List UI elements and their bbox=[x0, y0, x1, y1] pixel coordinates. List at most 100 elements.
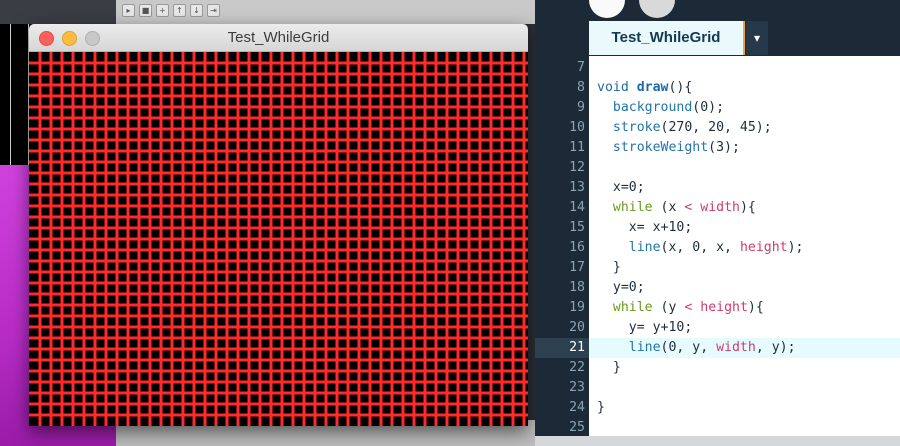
code-text: x=0; bbox=[597, 178, 645, 198]
code-line[interactable]: 23 bbox=[535, 378, 900, 398]
code-line[interactable]: 10 stroke(270, 20, 45); bbox=[535, 118, 900, 138]
save-icon: ↓ bbox=[190, 4, 203, 17]
new-icon: + bbox=[156, 4, 169, 17]
line-number: 15 bbox=[569, 220, 585, 235]
line-number: 19 bbox=[569, 300, 585, 315]
open-icon: ↑ bbox=[173, 4, 186, 17]
code-line[interactable]: 14 while (x < width){ bbox=[535, 198, 900, 218]
code-line[interactable]: 17 } bbox=[535, 258, 900, 278]
grid-drawing bbox=[29, 52, 528, 426]
line-number: 21 bbox=[569, 340, 585, 355]
code-text: while (x < width){ bbox=[597, 198, 756, 218]
line-number: 23 bbox=[569, 380, 585, 395]
code-line[interactable]: 22 } bbox=[535, 358, 900, 378]
line-number: 10 bbox=[569, 120, 585, 135]
line-number: 22 bbox=[569, 360, 585, 375]
code-editor[interactable]: Test_WhileGrid ▾ 7 8 void draw(){9 backgro… bbox=[535, 0, 900, 446]
code-line[interactable]: 19 while (y < height){ bbox=[535, 298, 900, 318]
code-token: } bbox=[597, 260, 621, 275]
tab-label: Test_WhileGrid bbox=[611, 29, 721, 46]
line-number: 20 bbox=[569, 320, 585, 335]
code-text: line(0, y, width, y); bbox=[597, 338, 796, 358]
line-number: 7 bbox=[577, 60, 585, 75]
editor-status-bar bbox=[535, 436, 900, 446]
code-line[interactable]: 12 bbox=[535, 158, 900, 178]
code-line[interactable]: 15 x= x+10; bbox=[535, 218, 900, 238]
code-token: stroke bbox=[612, 120, 661, 135]
code-text: } bbox=[597, 258, 621, 278]
code-text: y= y+10; bbox=[597, 318, 693, 338]
tab-test-whilegrid[interactable]: Test_WhileGrid bbox=[589, 21, 745, 55]
code-token: (){ bbox=[668, 80, 693, 95]
code-line[interactable]: 9 background(0); bbox=[535, 98, 900, 118]
background-window-dark bbox=[0, 0, 32, 170]
code-line[interactable]: 20 y= y+10; bbox=[535, 318, 900, 338]
tab-menu-chevron-icon[interactable]: ▾ bbox=[746, 21, 768, 55]
code-text: x= x+10; bbox=[597, 218, 693, 238]
code-token: y=0; bbox=[597, 280, 645, 295]
code-line[interactable]: 7 bbox=[535, 58, 900, 78]
code-token: line bbox=[628, 340, 661, 355]
run-button[interactable] bbox=[589, 0, 625, 18]
line-number: 8 bbox=[577, 80, 585, 95]
code-token: background bbox=[612, 100, 693, 115]
line-number: 18 bbox=[569, 280, 585, 295]
code-token: draw bbox=[636, 80, 669, 95]
code-text: stroke(270, 20, 45); bbox=[597, 118, 772, 138]
code-token: width bbox=[716, 340, 756, 355]
code-token: (3); bbox=[708, 140, 740, 155]
code-token: ){ bbox=[739, 200, 756, 215]
code-token: void bbox=[597, 80, 637, 95]
code-token: , y); bbox=[755, 340, 796, 355]
code-line[interactable]: 8 void draw(){ bbox=[535, 78, 900, 98]
line-number: 24 bbox=[569, 400, 585, 415]
code-text: } bbox=[597, 358, 621, 378]
code-text: y=0; bbox=[597, 278, 645, 298]
sketch-window[interactable]: Test_WhileGrid bbox=[29, 24, 528, 426]
code-line[interactable]: 18 y=0; bbox=[535, 278, 900, 298]
code-token: (x bbox=[652, 200, 685, 215]
code-token: (0, y, bbox=[660, 340, 717, 355]
code-token: strokeWeight bbox=[612, 140, 709, 155]
code-token: while bbox=[612, 200, 653, 215]
code-token: y= y+10; bbox=[597, 320, 693, 335]
stop-icon: ■ bbox=[139, 4, 152, 17]
sketch-canvas[interactable] bbox=[29, 52, 528, 426]
code-token: } bbox=[597, 360, 621, 375]
background-toolbar-icons: ▸ ■ + ↑ ↓ ⇥ bbox=[122, 4, 220, 17]
code-line[interactable]: 16 line(x, 0, x, height); bbox=[535, 238, 900, 258]
code-token: while bbox=[612, 300, 653, 315]
code-line[interactable]: 24} bbox=[535, 398, 900, 418]
code-token: height bbox=[739, 240, 788, 255]
code-text: } bbox=[597, 398, 605, 418]
stop-button[interactable] bbox=[639, 0, 675, 18]
code-token: } bbox=[597, 400, 605, 415]
code-token: (y bbox=[652, 300, 685, 315]
code-token: x= x+10; bbox=[597, 220, 693, 235]
code-text: line(x, 0, x, height); bbox=[597, 238, 804, 258]
code-text: strokeWeight(3); bbox=[597, 138, 740, 158]
background-line bbox=[10, 0, 11, 170]
code-token: (0); bbox=[692, 100, 725, 115]
code-token: x=0; bbox=[597, 180, 645, 195]
code-line[interactable]: 25 bbox=[535, 418, 900, 438]
window-titlebar[interactable]: Test_WhileGrid bbox=[29, 24, 528, 52]
code-text: while (y < height){ bbox=[597, 298, 764, 318]
window-title: Test_WhileGrid bbox=[227, 29, 330, 46]
code-line[interactable]: 21 line(0, y, width, y); bbox=[535, 338, 900, 358]
code-token: ){ bbox=[747, 300, 764, 315]
code-line[interactable]: 13 x=0; bbox=[535, 178, 900, 198]
line-number: 13 bbox=[569, 180, 585, 195]
line-number: 17 bbox=[569, 260, 585, 275]
code-line[interactable]: 11 strokeWeight(3); bbox=[535, 138, 900, 158]
line-number: 12 bbox=[569, 160, 585, 175]
code-text: void draw(){ bbox=[597, 78, 692, 98]
code-token: line bbox=[628, 240, 661, 255]
code-token: width bbox=[700, 200, 740, 215]
